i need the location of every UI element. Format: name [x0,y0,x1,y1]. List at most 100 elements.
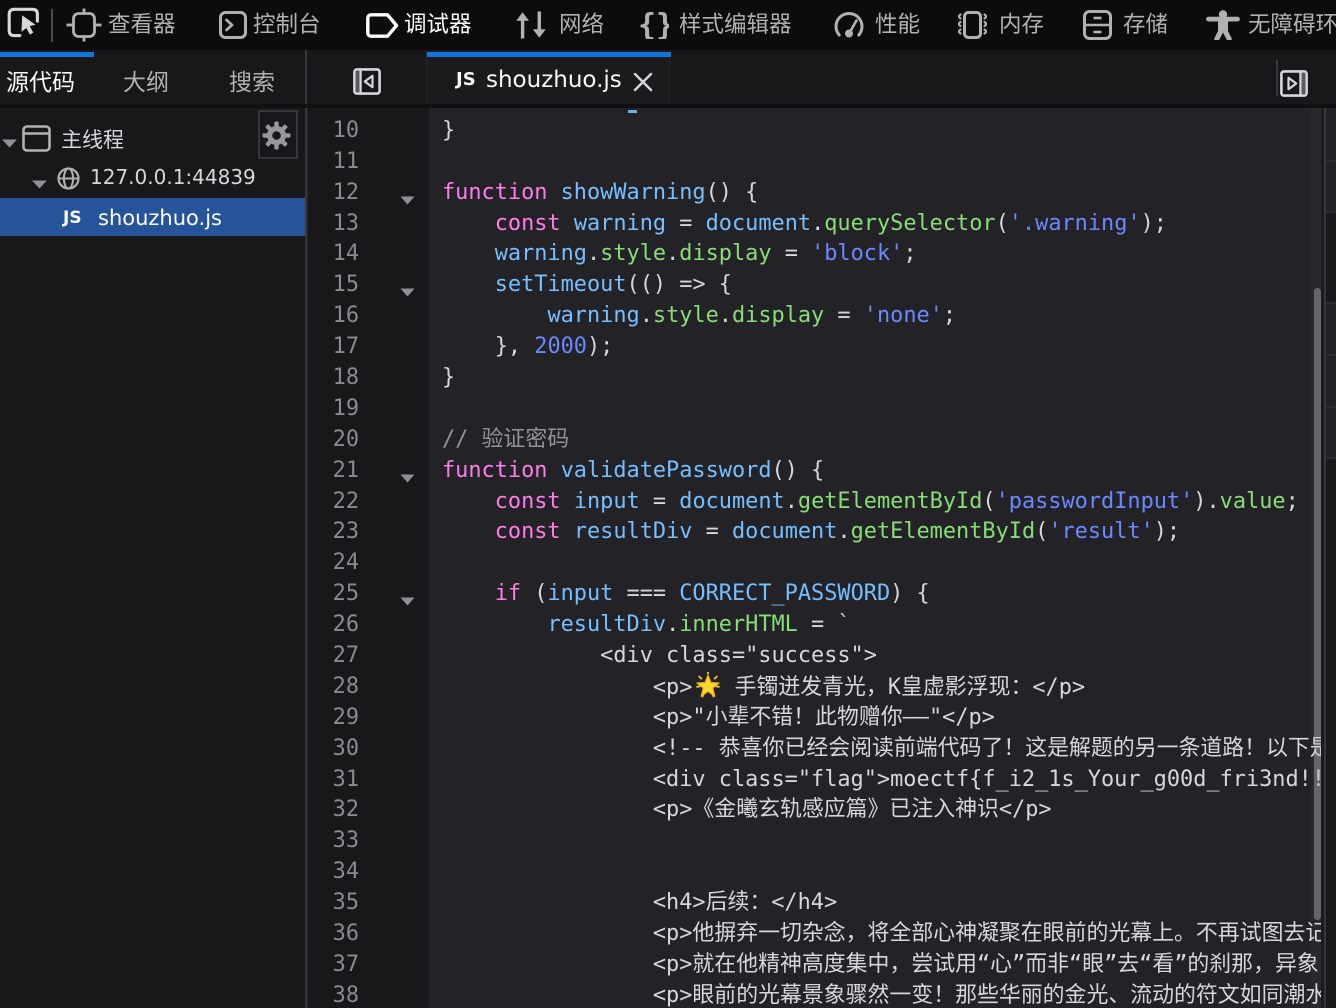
styleeditor-icon: {} [638,12,669,39]
line-number[interactable]: 22 [308,487,359,518]
code-line-17[interactable]: 17 }, 2000); [308,332,1321,363]
pick-element-button[interactable] [0,0,46,50]
code-editor[interactable]: 10}1112function showWarning() {13 const … [308,105,1321,1008]
toolbox-tab-storage[interactable]: 存储 [1083,0,1168,50]
expand-arrow-icon[interactable] [1,133,18,152]
tree-item-main-thread[interactable]: 主线程 [0,105,305,159]
line-number[interactable]: 16 [308,301,359,332]
line-number[interactable]: 38 [308,981,359,1008]
line-number[interactable]: 12 [308,178,359,209]
code-line-25[interactable]: 25 if (input === CORRECT_PASSWORD) { [308,579,1321,610]
line-number[interactable]: 37 [308,950,359,981]
code-line-20[interactable]: 20// 验证密码 [308,425,1321,456]
line-number[interactable]: 24 [308,548,359,579]
code-line-21[interactable]: 21function validatePassword() { [308,456,1321,487]
collapse-sidebar-button[interactable] [353,68,381,99]
code-line-34[interactable]: 34 [308,857,1321,888]
code-line-13[interactable]: 13 const warning = document.querySelecto… [308,209,1321,240]
right-panel-section-edge [1326,408,1336,457]
line-number[interactable]: 13 [308,209,359,240]
code-line-36[interactable]: 36 <p>他摒弃一切杂念，将全部心神凝聚在眼前的光幕上。不再试图去记 [308,919,1321,950]
sidebar-splitter[interactable] [305,50,307,1008]
line-number[interactable]: 20 [308,425,359,456]
code-line-33[interactable]: 33 [308,826,1321,857]
line-number[interactable]: 30 [308,734,359,765]
code-line-22[interactable]: 22 const input = document.getElementById… [308,487,1321,518]
code-text: <p>"小辈不错！此物赠你——"</p> [442,703,995,734]
code-text: <!-- 恭喜你已经会阅读前端代码了！这是解题的另一条道路！以下是 [442,734,1321,765]
code-line-15[interactable]: 15 setTimeout(() => { [308,270,1321,301]
line-number[interactable]: 25 [308,579,359,610]
tree-item-host[interactable]: 127.0.0.1:44839 [0,159,305,198]
code-line-32[interactable]: 32 <p>《金曦玄轨感应篇》已注入神识</p> [308,795,1321,826]
expand-arrow-icon[interactable] [31,174,48,193]
line-number[interactable]: 19 [308,394,359,425]
code-line-38[interactable]: 38 <p>眼前的光幕景象骤然一变！那些华丽的金光、流动的符文如同潮水 [308,981,1321,1008]
line-number[interactable]: 11 [308,147,359,178]
fold-arrow-icon[interactable] [400,190,418,199]
toolbox-tab-network[interactable]: 网络 [514,0,604,50]
editor-scrollbar-thumb[interactable] [1314,288,1321,920]
line-number[interactable]: 29 [308,703,359,734]
code-line-27[interactable]: 27 <div class="success"> [308,641,1321,672]
source-file-tab[interactable]: JS shouzhuo.js [426,50,670,103]
sidebar-tab-sources[interactable]: 源代码 [6,50,75,105]
toolbox-tab-debugger[interactable]: 调试器 [366,0,472,50]
line-number[interactable]: 31 [308,765,359,796]
line-number[interactable]: 15 [308,270,359,301]
sources-settings-button[interactable] [258,110,298,159]
fold-arrow-icon[interactable] [400,591,418,600]
expand-panes-button[interactable] [1280,70,1308,101]
code-line-18[interactable]: 18} [308,363,1321,394]
code-line-35[interactable]: 35 <h4>后续：</h4> [308,888,1321,919]
line-number[interactable]: 32 [308,795,359,826]
code-line-11[interactable]: 11 [308,147,1321,178]
toolbox-tab-label: 无障碍环境 [1248,0,1336,50]
toolbox-tab-styleeditor[interactable]: {}样式编辑器 [638,0,792,50]
code-line-30[interactable]: 30 <!-- 恭喜你已经会阅读前端代码了！这是解题的另一条道路！以下是 [308,734,1321,765]
code-line-10[interactable]: 10} [308,116,1321,147]
toolbox-tab-label: 存储 [1123,0,1168,50]
fold-arrow-icon[interactable] [400,282,418,291]
code-line-28[interactable]: 28 <p> 手镯迸发青光，K皇虚影浮现：</p> [308,672,1321,703]
code-line-26[interactable]: 26 resultDiv.innerHTML = ` [308,610,1321,641]
line-number[interactable]: 36 [308,919,359,950]
code-line-31[interactable]: 31 <div class="flag">moectf{f_i2_1s_Your… [308,765,1321,796]
line-number[interactable]: 26 [308,610,359,641]
tree-item-file-selected[interactable]: JS shouzhuo.js [0,198,305,236]
code-line-19[interactable]: 19 [308,394,1321,425]
toolbox-tab-performance[interactable]: 性能 [834,0,920,50]
line-number[interactable]: 35 [308,888,359,919]
toolbox-tab-console[interactable]: 控制台 [219,0,321,50]
code-line-23[interactable]: 23 const resultDiv = document.getElement… [308,517,1321,548]
right-panel-section-edge [1326,304,1336,354]
code-text: <p>《金曦玄轨感应篇》已注入神识</p> [442,795,1052,826]
line-number[interactable]: 28 [308,672,359,703]
line-number[interactable]: 34 [308,857,359,888]
toolbox-tab-inspector[interactable]: 查看器 [66,0,176,50]
line-number[interactable]: 14 [308,239,359,270]
sidebar-tab-outline[interactable]: 大纲 [123,50,169,105]
code-line-29[interactable]: 29 <p>"小辈不错！此物赠你——"</p> [308,703,1321,734]
toolbox-tab-label: 性能 [875,0,920,50]
code-text: const input = document.getElementById('p… [442,487,1299,518]
line-number[interactable]: 17 [308,332,359,363]
code-line-37[interactable]: 37 <p>就在他精神高度集中，尝试用“心”而非“眼”去“看”的刹那，异象 [308,950,1321,981]
code-line-16[interactable]: 16 warning.style.display = 'none'; [308,301,1321,332]
toolbar-separator [1276,60,1278,96]
code-line-12[interactable]: 12function showWarning() { [308,178,1321,209]
line-number[interactable]: 33 [308,826,359,857]
code-line-14[interactable]: 14 warning.style.display = 'block'; [308,239,1321,270]
line-number[interactable]: 18 [308,363,359,394]
toolbox-tab-memory[interactable]: 内存 [954,0,1044,50]
line-number[interactable]: 10 [308,116,359,147]
line-number[interactable]: 21 [308,456,359,487]
line-number[interactable]: 27 [308,641,359,672]
fold-arrow-icon[interactable] [400,468,418,477]
code-text: warning.style.display = 'none'; [442,301,956,332]
code-line-24[interactable]: 24 [308,548,1321,579]
toolbox-tab-accessibility[interactable]: 无障碍环境 [1206,0,1336,50]
line-number[interactable]: 23 [308,517,359,548]
sidebar-tab-search[interactable]: 搜索 [229,50,275,105]
close-tab-icon[interactable] [632,71,654,97]
